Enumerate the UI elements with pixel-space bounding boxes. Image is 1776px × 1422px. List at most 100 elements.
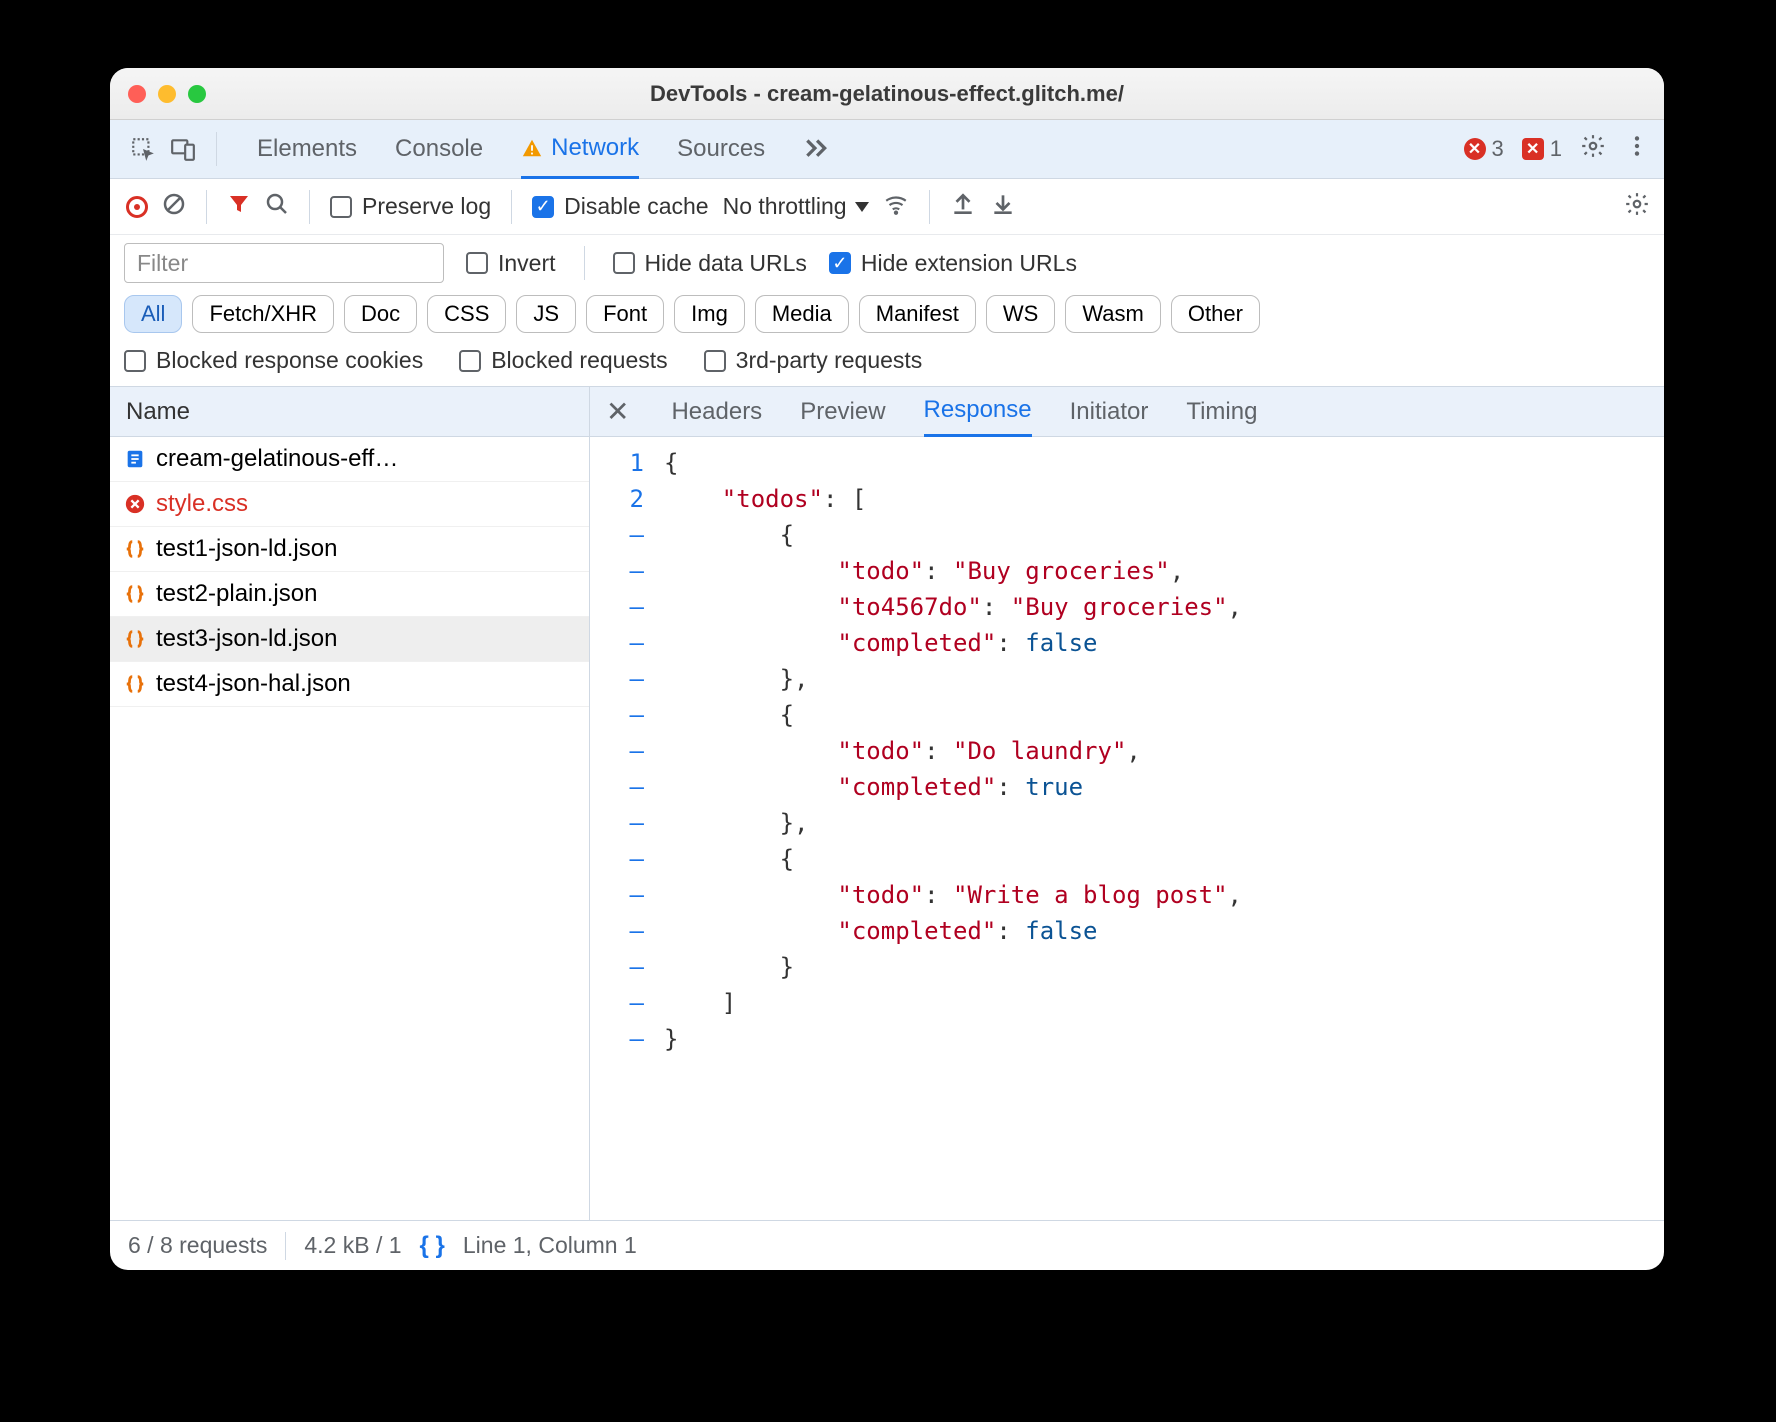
tab-timing[interactable]: Timing <box>1186 387 1257 437</box>
document-icon <box>124 448 146 470</box>
network-conditions-icon[interactable] <box>883 191 909 223</box>
chip-css[interactable]: CSS <box>427 295 506 333</box>
issues-badge[interactable]: ✕ 1 <box>1522 136 1562 162</box>
tab-sources[interactable]: Sources <box>677 120 765 179</box>
throttling-label: No throttling <box>723 193 847 220</box>
json-icon <box>124 673 146 695</box>
column-header-name[interactable]: Name <box>110 387 589 437</box>
zoom-window-button[interactable] <box>188 85 206 103</box>
kebab-menu-icon[interactable] <box>1624 133 1650 165</box>
disable-cache-checkbox[interactable]: ✓Disable cache <box>532 193 708 220</box>
more-tabs-icon[interactable] <box>803 133 829 166</box>
clear-button[interactable] <box>162 192 186 222</box>
preserve-log-checkbox[interactable]: Preserve log <box>330 193 491 220</box>
third-party-label: 3rd-party requests <box>736 347 923 374</box>
network-settings-icon[interactable] <box>1624 191 1650 223</box>
filter-toggle-icon[interactable] <box>227 192 251 222</box>
request-label: test1-json-ld.json <box>156 535 337 563</box>
invert-checkbox[interactable]: Invert <box>466 250 556 277</box>
request-row[interactable]: cream-gelatinous-eff… <box>110 437 589 482</box>
hide-extension-urls-checkbox[interactable]: ✓Hide extension URLs <box>829 250 1077 277</box>
settings-icon[interactable] <box>1580 133 1606 165</box>
request-label: test2-plain.json <box>156 580 317 608</box>
additional-filters: Blocked response cookies Blocked request… <box>110 343 1664 387</box>
third-party-checkbox[interactable]: 3rd-party requests <box>704 347 923 374</box>
issue-square-icon: ✕ <box>1522 138 1544 160</box>
chip-media[interactable]: Media <box>755 295 849 333</box>
record-button[interactable] <box>126 196 148 218</box>
error-circle-icon: ✕ <box>1464 138 1486 160</box>
dropdown-icon <box>855 202 869 212</box>
search-icon[interactable] <box>265 192 289 222</box>
footer-cursor: Line 1, Column 1 <box>463 1232 637 1259</box>
pretty-print-icon[interactable]: { } <box>420 1232 445 1260</box>
close-window-button[interactable] <box>128 85 146 103</box>
type-filter-chips: All Fetch/XHR Doc CSS JS Font Img Media … <box>110 289 1664 343</box>
network-toolbar: Preserve log ✓Disable cache No throttlin… <box>110 179 1664 235</box>
tab-network[interactable]: Network <box>521 120 639 179</box>
response-body[interactable]: 12––––––––––––––– { "todos": [ { "todo":… <box>590 437 1664 1220</box>
separator <box>206 190 207 224</box>
json-icon <box>124 628 146 650</box>
request-row[interactable]: test1-json-ld.json <box>110 527 589 572</box>
request-label: cream-gelatinous-eff… <box>156 445 398 473</box>
chip-all[interactable]: All <box>124 295 182 333</box>
chip-font[interactable]: Font <box>586 295 664 333</box>
throttling-select[interactable]: No throttling <box>723 193 869 220</box>
blocked-cookies-checkbox[interactable]: Blocked response cookies <box>124 347 423 374</box>
separator <box>309 190 310 224</box>
disable-cache-label: Disable cache <box>564 193 708 220</box>
filter-input[interactable]: Filter <box>124 243 444 283</box>
minimize-window-button[interactable] <box>158 85 176 103</box>
errors-badge[interactable]: ✕ 3 <box>1464 136 1504 162</box>
footer-size: 4.2 kB / 1 <box>304 1232 401 1259</box>
request-label: test4-json-hal.json <box>156 670 351 698</box>
request-row[interactable]: test2-plain.json <box>110 572 589 617</box>
tab-headers[interactable]: Headers <box>671 387 762 437</box>
devtools-window: DevTools - cream-gelatinous-effect.glitc… <box>110 68 1664 1270</box>
blocked-cookies-label: Blocked response cookies <box>156 347 423 374</box>
chip-manifest[interactable]: Manifest <box>859 295 976 333</box>
chip-wasm[interactable]: Wasm <box>1065 295 1161 333</box>
request-row[interactable]: test4-json-hal.json <box>110 662 589 707</box>
invert-label: Invert <box>498 250 556 277</box>
preserve-log-label: Preserve log <box>362 193 491 220</box>
window-title: DevTools - cream-gelatinous-effect.glitc… <box>110 81 1664 107</box>
json-icon <box>124 538 146 560</box>
chip-js[interactable]: JS <box>516 295 576 333</box>
tab-response[interactable]: Response <box>924 387 1032 437</box>
chip-ws[interactable]: WS <box>986 295 1055 333</box>
chip-other[interactable]: Other <box>1171 295 1260 333</box>
tab-initiator[interactable]: Initiator <box>1070 387 1149 437</box>
hide-ext-label: Hide extension URLs <box>861 250 1077 277</box>
request-label: style.css <box>156 490 248 518</box>
tab-console[interactable]: Console <box>395 120 483 179</box>
footer-requests: 6 / 8 requests <box>128 1232 267 1259</box>
filter-placeholder: Filter <box>137 250 188 277</box>
chip-fetch-xhr[interactable]: Fetch/XHR <box>192 295 334 333</box>
chip-doc[interactable]: Doc <box>344 295 417 333</box>
tab-elements[interactable]: Elements <box>257 120 357 179</box>
export-har-icon[interactable] <box>990 191 1016 223</box>
inspect-icon[interactable] <box>130 136 156 162</box>
request-row[interactable]: style.css <box>110 482 589 527</box>
close-detail-button[interactable]: ✕ <box>606 395 629 428</box>
titlebar: DevTools - cream-gelatinous-effect.glitc… <box>110 68 1664 120</box>
device-toggle-icon[interactable] <box>170 136 196 162</box>
chip-img[interactable]: Img <box>674 295 745 333</box>
blocked-requests-checkbox[interactable]: Blocked requests <box>459 347 667 374</box>
hide-data-urls-checkbox[interactable]: Hide data URLs <box>613 250 807 277</box>
traffic-lights <box>128 85 206 103</box>
request-label: test3-json-ld.json <box>156 625 337 653</box>
hide-data-label: Hide data URLs <box>645 250 807 277</box>
issue-count: 1 <box>1550 136 1562 162</box>
tab-preview[interactable]: Preview <box>800 387 885 437</box>
separator <box>584 246 585 280</box>
tab-network-label: Network <box>551 134 639 162</box>
request-list: cream-gelatinous-eff… style.css test1-js… <box>110 437 589 1220</box>
import-har-icon[interactable] <box>950 191 976 223</box>
request-row-selected[interactable]: test3-json-ld.json <box>110 617 589 662</box>
request-list-panel: Name cream-gelatinous-eff… style.css tes… <box>110 387 590 1220</box>
request-detail-panel: ✕ Headers Preview Response Initiator Tim… <box>590 387 1664 1220</box>
warning-icon <box>521 137 543 159</box>
